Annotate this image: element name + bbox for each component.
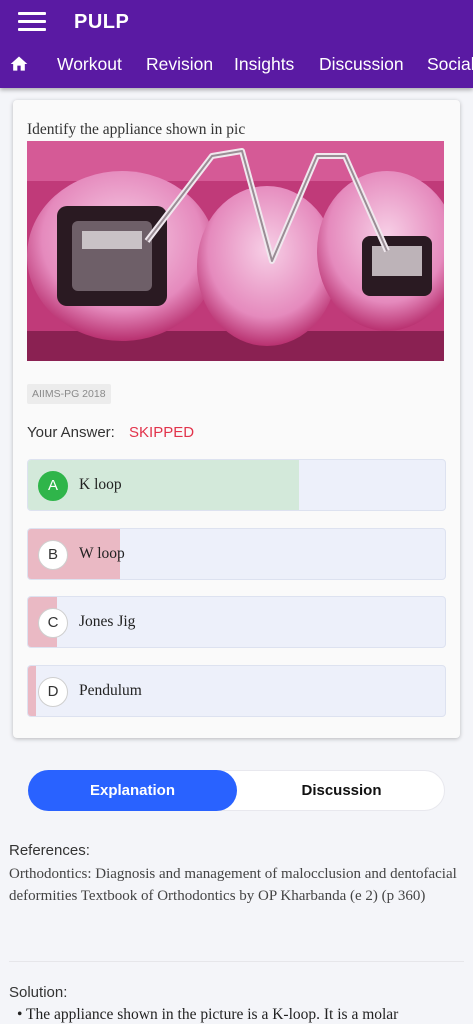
explanation-tab-button[interactable]: Explanation [28,770,237,811]
discussion-tab-button[interactable]: Discussion [237,770,446,811]
option-d-text: Pendulum [79,682,142,699]
option-c-letter: C [38,608,68,638]
question-text: Identify the appliance shown in pic [27,121,246,138]
option-d-letter: D [38,677,68,707]
option-d-percent-bar [28,666,37,716]
option-c[interactable]: C Jones Jig [27,596,446,648]
app-bar: PULP Workout Revision Insights Discussio… [0,0,473,88]
solution-heading: Solution: [9,984,68,1001]
tab-discussion[interactable]: Discussion [319,54,404,75]
references-text: Orthodontics: Diagnosis and management o… [9,866,457,904]
your-answer-label: Your Answer: [27,424,115,441]
tab-social[interactable]: Social [427,54,473,75]
solution-text: • The appliance shown in the picture is … [17,1006,399,1023]
tab-insights[interactable]: Insights [234,54,294,75]
explanation-discussion-toggle: Explanation Discussion [28,770,445,811]
exam-tag: AIIMS-PG 2018 [27,384,111,404]
question-image [27,141,444,361]
nav-tabs: Workout Revision Insights Discussion Soc… [0,44,473,86]
your-answer-status: SKIPPED [129,424,195,441]
option-c-text: Jones Jig [79,613,136,630]
option-a-text: K loop [79,476,122,493]
option-a-percent-bar [28,460,300,510]
references-heading: References: [9,842,90,859]
tab-revision[interactable]: Revision [146,54,213,75]
tab-workout[interactable]: Workout [57,54,122,75]
option-b[interactable]: B W loop [27,528,446,580]
option-a-letter: A [38,471,68,501]
question-card: Identify the appliance shown in pic AIIM… [13,100,460,738]
app-bar-top: PULP [0,0,473,44]
hamburger-menu-icon[interactable] [18,12,46,32]
option-b-letter: B [38,540,68,570]
option-b-text: W loop [79,545,125,562]
home-icon[interactable] [9,54,29,74]
app-title: PULP [74,11,130,33]
section-divider [9,961,464,962]
option-d[interactable]: D Pendulum [27,665,446,717]
option-a[interactable]: A K loop [27,459,446,511]
your-answer-row: Your Answer: SKIPPED [27,424,194,441]
